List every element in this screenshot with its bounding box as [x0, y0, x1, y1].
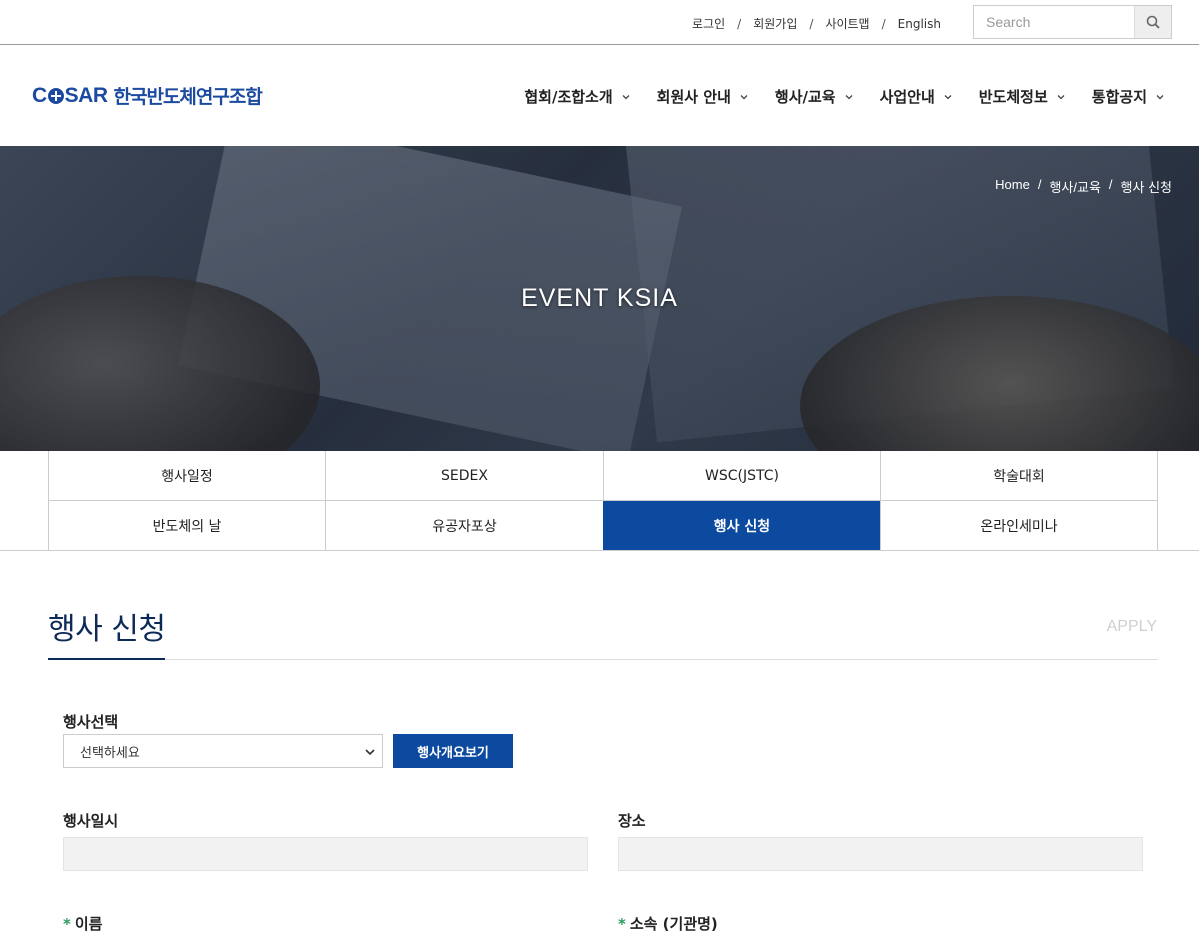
search-input[interactable] — [974, 6, 1134, 38]
sub-tab[interactable]: 반도체의 날 — [48, 501, 325, 551]
chevron-down-icon — [943, 92, 953, 102]
sub-tab[interactable]: 유공자포상 — [325, 501, 603, 551]
util-links: 로그인 / 회원가입 / 사이트맵 / English — [692, 15, 941, 32]
nav-item-label: 반도체정보 — [978, 88, 1048, 106]
event-select[interactable]: 선택하세요 — [63, 734, 383, 768]
separator: / — [1037, 177, 1042, 192]
event-date-label: 행사일시 — [63, 812, 119, 830]
chevron-down-icon — [1155, 92, 1165, 102]
breadcrumb: Home / 행사/교육 / 행사 신청 — [995, 177, 1172, 196]
view-event-button[interactable]: 행사개요보기 — [393, 734, 513, 768]
page-title: 행사 신청 — [48, 612, 166, 647]
sub-tab[interactable]: 학술대회 — [880, 451, 1158, 501]
sub-tab[interactable]: SEDEX — [325, 451, 603, 501]
top-util-bar: 로그인 / 회원가입 / 사이트맵 / English — [0, 0, 1199, 45]
nav-item[interactable]: 통합공지 — [1092, 86, 1165, 107]
sitemap-link[interactable]: 사이트맵 — [825, 15, 869, 32]
search-icon — [1146, 15, 1160, 29]
nav-item[interactable]: 회원사 안내 — [657, 86, 749, 107]
search-box — [973, 5, 1172, 39]
chevron-down-icon — [621, 92, 631, 102]
event-date-field — [63, 837, 588, 871]
sub-tab[interactable]: WSC(JSTC) — [603, 451, 880, 501]
event-place-field — [618, 837, 1143, 871]
page-subtitle: APPLY — [1106, 618, 1157, 635]
nav-item-label: 통합공지 — [1091, 88, 1147, 106]
name-label: * 이름 — [63, 913, 102, 934]
separator: / — [881, 16, 886, 31]
english-link[interactable]: English — [898, 17, 941, 31]
breadcrumb-home[interactable]: Home — [995, 177, 1030, 196]
divider — [0, 550, 1199, 551]
hero-banner: Home / 행사/교육 / 행사 신청 EVENT KSIA — [0, 146, 1199, 451]
required-mark: * — [63, 915, 71, 933]
separator: / — [1108, 177, 1113, 192]
separator: / — [737, 16, 742, 31]
nav-item[interactable]: 사업안내 — [880, 86, 953, 107]
divider — [48, 659, 1158, 660]
sub-tab[interactable]: 행사 신청 — [603, 501, 880, 551]
nav-item[interactable]: 협회/조합소개 — [524, 86, 630, 107]
nav-item-label: 사업안내 — [879, 88, 935, 106]
org-label: * 소속 (기관명) — [618, 913, 718, 934]
chevron-down-icon — [844, 92, 854, 102]
logo[interactable]: C SAR 한국반도체연구조합 — [32, 82, 263, 109]
hero-title: EVENT KSIA — [521, 284, 678, 312]
org-label-text: 소속 (기관명) — [629, 915, 718, 933]
login-link[interactable]: 로그인 — [692, 15, 725, 32]
sub-tab[interactable]: 행사일정 — [48, 451, 325, 501]
name-label-text: 이름 — [74, 915, 103, 933]
nav-item-label: 행사/교육 — [774, 88, 836, 106]
breadcrumb-section[interactable]: 행사/교육 — [1049, 177, 1100, 196]
nav-item-label: 회원사 안내 — [656, 88, 731, 106]
chevron-down-icon — [739, 92, 749, 102]
sub-tab[interactable]: 온라인세미나 — [880, 501, 1158, 551]
chevron-down-icon — [1056, 92, 1066, 102]
title-underline — [48, 658, 165, 660]
sub-tabs: 행사일정 SEDEX WSC(JSTC) 학술대회반도체의 날 유공자포상 행사 신청 온라… — [48, 451, 1158, 551]
nav-item[interactable]: 반도체정보 — [979, 86, 1066, 107]
join-link[interactable]: 회원가입 — [753, 15, 797, 32]
event-select-label: 행사선택 — [63, 713, 119, 731]
chevron-down-icon — [365, 749, 375, 756]
nav-item-label: 협회/조합소개 — [524, 88, 613, 106]
main-nav: 협회/조합소개 회원사 안내 행사/교육 사업안내 반도체정보 통합공지 — [498, 86, 1165, 107]
event-place-label: 장소 — [618, 812, 646, 830]
nav-item[interactable]: 행사/교육 — [775, 86, 854, 107]
logo-mark: C SAR — [32, 83, 108, 107]
search-button[interactable] — [1134, 6, 1171, 38]
logo-name: 한국반도체연구조합 — [113, 86, 263, 108]
logo-cross-icon — [47, 87, 64, 104]
site-header: C SAR 한국반도체연구조합 협회/조합소개 회원사 안내 행사/교육 사업안내 반도체… — [0, 45, 1199, 146]
required-mark: * — [618, 915, 626, 933]
separator: / — [809, 16, 814, 31]
event-select-value: 선택하세요 — [80, 745, 140, 761]
breadcrumb-current: 행사 신청 — [1120, 180, 1172, 195]
